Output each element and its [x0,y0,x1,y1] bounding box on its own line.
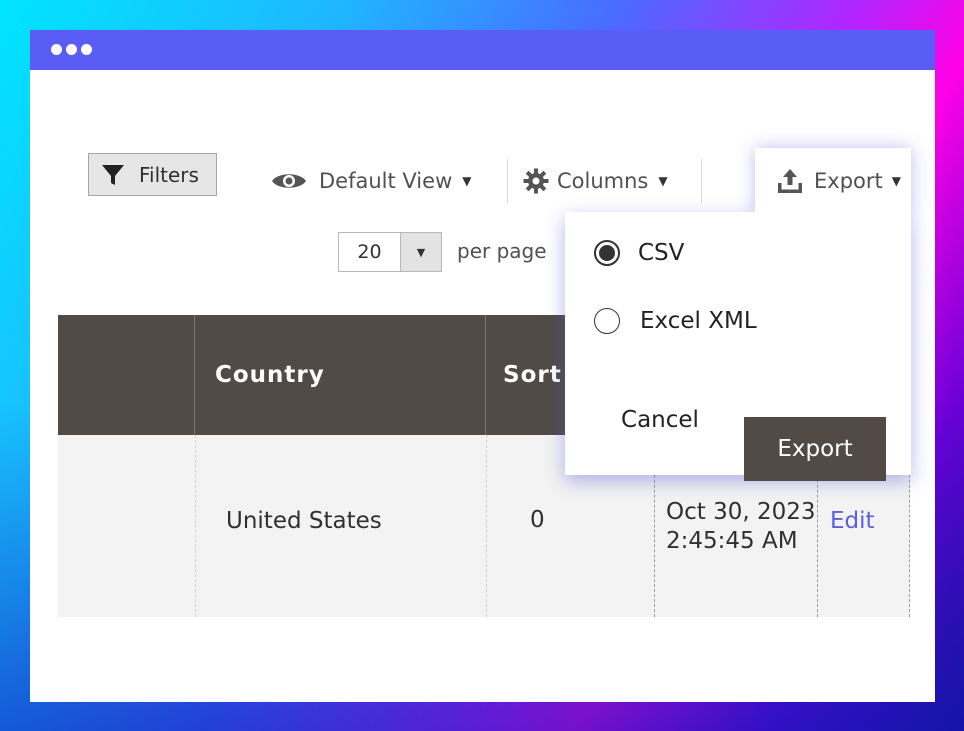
chevron-down-icon: ▼ [658,174,668,188]
toolbar-divider [507,159,508,203]
option-label: Excel XML [640,308,757,334]
edit-link[interactable]: Edit [830,508,875,534]
radio-option-excel-xml[interactable]: Excel XML [594,308,757,334]
export-dropdown: CSV Excel XML Cancel Export [565,212,911,481]
eye-icon [272,174,306,188]
cell-divider [195,435,196,617]
radio-unselected-icon[interactable] [594,308,620,334]
upload-icon [778,169,802,193]
gear-icon [523,168,549,194]
filters-button[interactable]: Filters [88,153,217,196]
radio-option-csv[interactable]: CSV [594,240,684,266]
per-page-label: per page [457,239,547,263]
toolbar-divider [701,159,702,203]
header-divider [485,315,486,435]
columns-label: Columns [557,169,649,193]
window-controls [51,44,92,55]
cell-action: Edit [830,508,875,534]
chevron-down-icon[interactable]: ▼ [400,233,441,271]
default-view-dropdown[interactable]: Default View ▼ [271,164,471,198]
cell-date-time: 2:45:45 AM [666,528,798,554]
columns-dropdown[interactable]: Columns ▼ [523,164,668,198]
chevron-down-icon: ▼ [462,174,472,188]
window-dot[interactable] [66,44,77,55]
export-dropdown-trigger[interactable]: Export ▼ [776,164,901,198]
cell-date: Oct 30, 2023 2:45:45 AM [666,498,816,556]
option-label: CSV [638,240,685,266]
column-header-sort[interactable]: Sort [503,315,562,435]
window-dot[interactable] [81,44,92,55]
cell-divider [486,435,487,617]
cell-date-day: Oct 30, 2023 [666,499,816,525]
filters-label: Filters [139,162,199,187]
cell-sort: 0 [530,507,545,533]
window-titlebar [30,30,935,70]
app-window: Filters Default View ▼ Columns ▼ 20 ▼ pe… [30,30,935,702]
column-header-country[interactable]: Country [215,315,325,435]
default-view-label: Default View [319,169,453,193]
export-confirm-button[interactable]: Export [744,417,886,481]
chevron-down-icon: ▼ [891,174,901,188]
cell-country: United States [226,508,382,534]
page-size-value: 20 [357,241,382,263]
window-dot[interactable] [51,44,62,55]
cancel-button[interactable]: Cancel [603,388,717,452]
filter-icon [102,164,124,185]
page-size-select[interactable]: 20 ▼ [338,232,442,272]
export-label: Export [814,169,883,193]
header-divider [194,315,195,435]
radio-selected-icon[interactable] [594,240,620,266]
